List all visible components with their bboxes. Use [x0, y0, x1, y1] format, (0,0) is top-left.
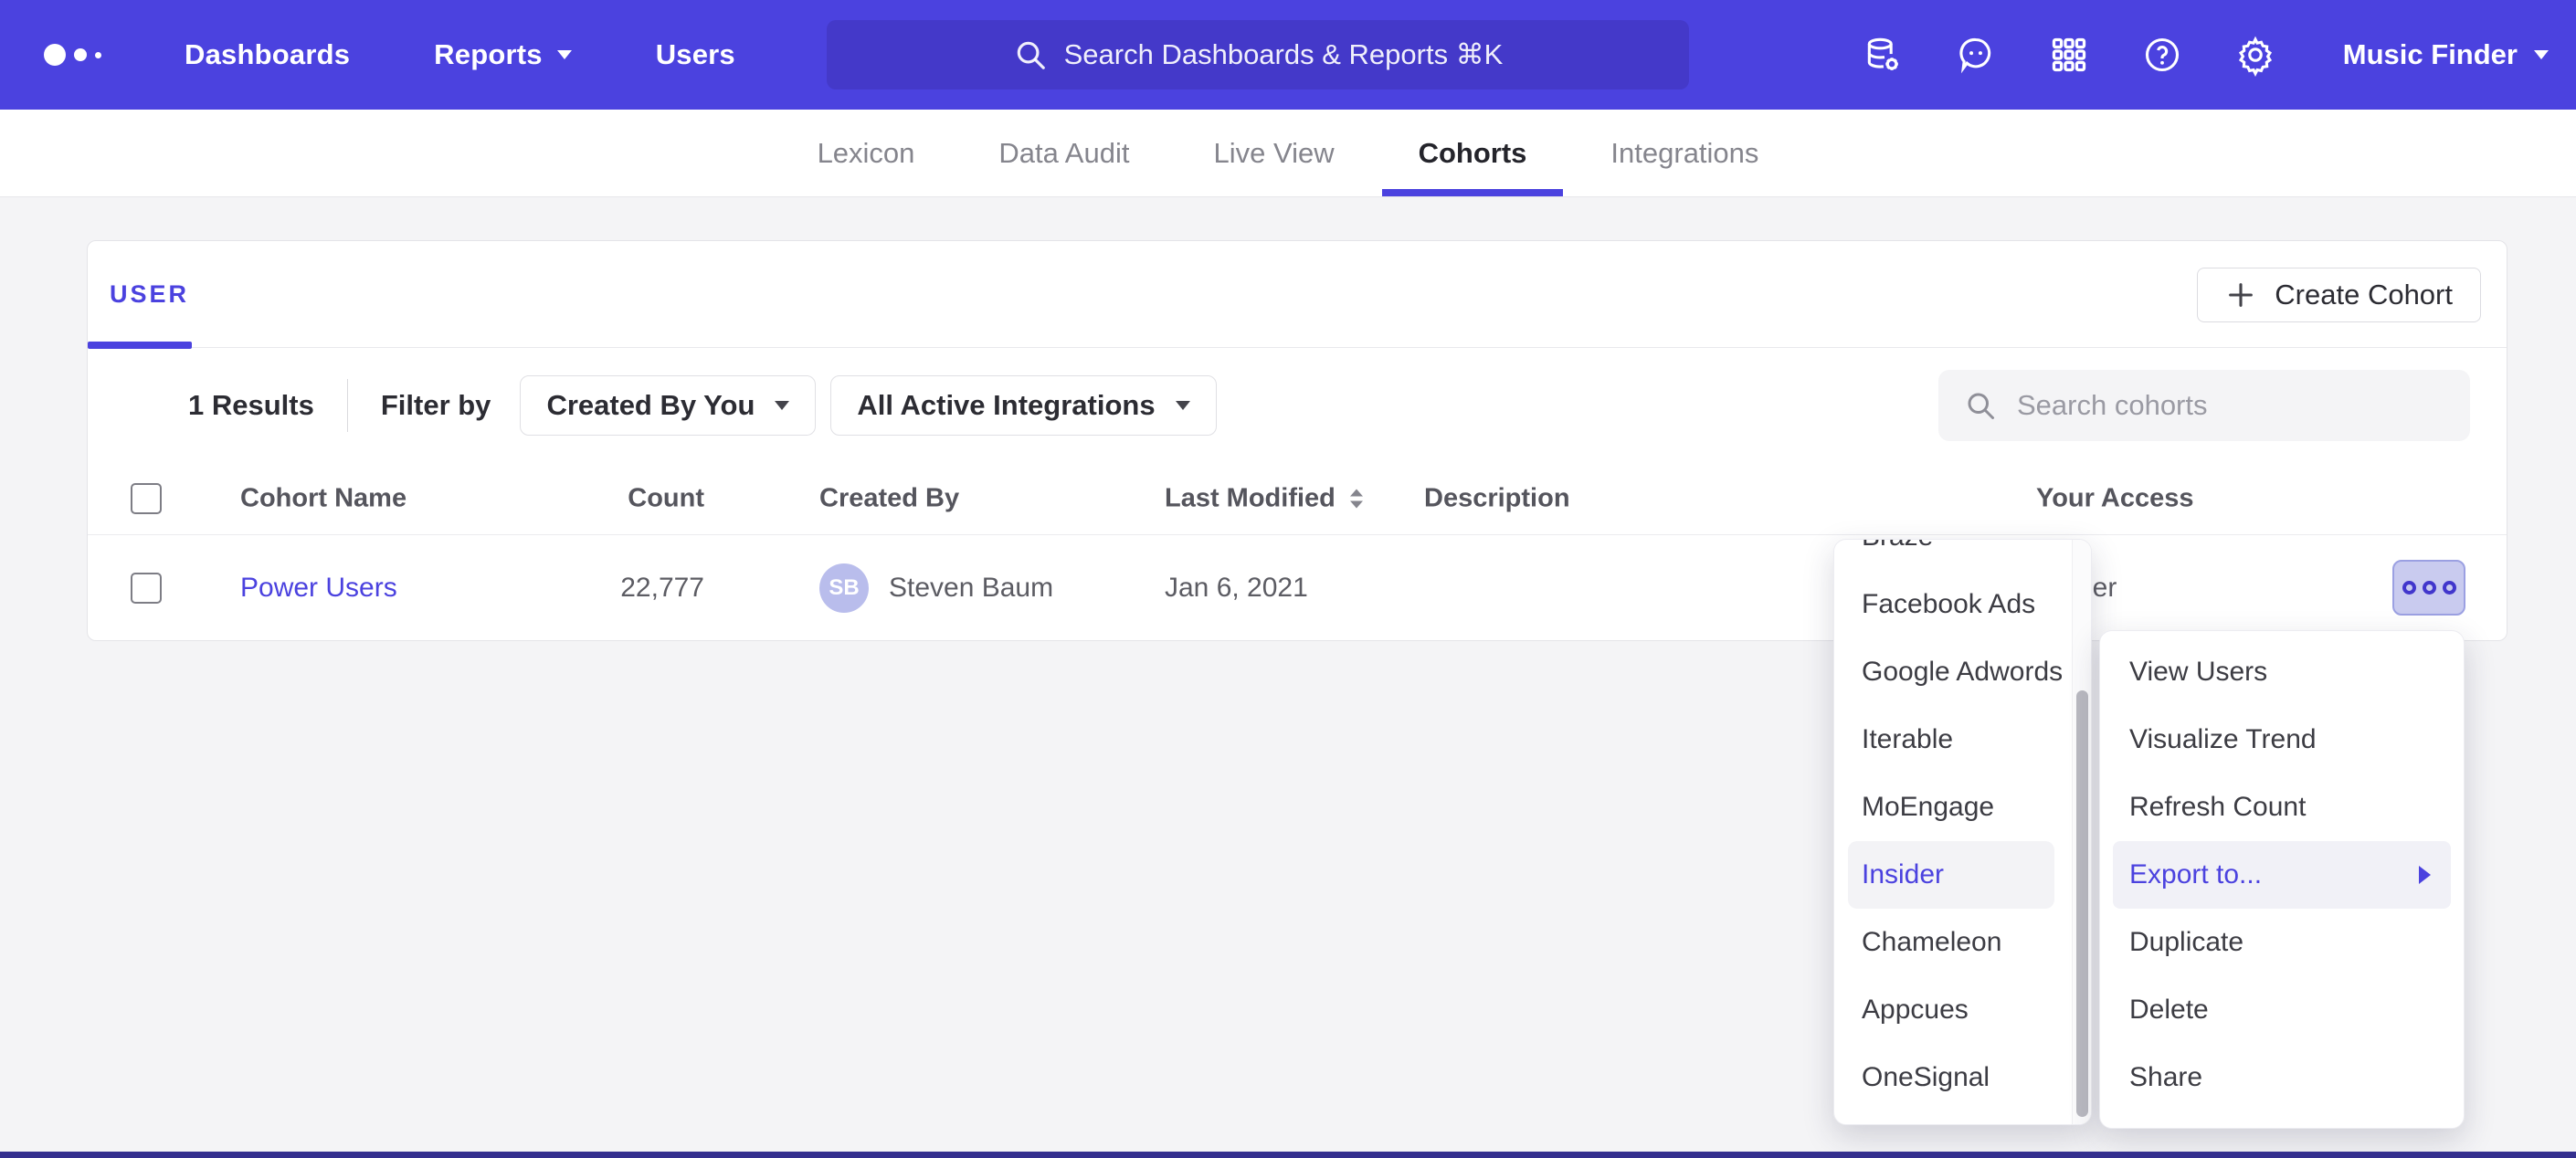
sort-icon — [1350, 489, 1363, 508]
menu-item-appcues[interactable]: Appcues — [1834, 976, 2091, 1044]
settings-gear-icon[interactable] — [2235, 35, 2275, 75]
created-by-filter-dropdown[interactable]: Created By You — [520, 375, 816, 436]
menu-item-view-users[interactable]: View Users — [2100, 638, 2464, 706]
data-management-icon[interactable] — [1863, 35, 1903, 75]
caret-down-icon — [1176, 401, 1190, 410]
create-cohort-button[interactable]: Create Cohort — [2197, 268, 2481, 322]
col-description: Description — [1424, 483, 1570, 513]
cohort-type-tabs: USER Create Cohort — [88, 241, 2507, 348]
results-count: 1 Results — [188, 389, 314, 422]
menu-item-moengage[interactable]: MoEngage — [1834, 774, 2091, 841]
caret-down-icon — [2534, 50, 2549, 59]
search-cohorts-placeholder: Search cohorts — [2017, 389, 2208, 422]
table-header: Cohort Name Count Created By Last Modifi… — [88, 462, 2507, 535]
mixpanel-logo-icon[interactable] — [44, 44, 128, 66]
project-name: Music Finder — [2343, 38, 2518, 71]
row-checkbox[interactable] — [131, 573, 162, 604]
col-last-modified[interactable]: Last Modified — [1165, 483, 1363, 513]
row-context-menu: View Users Visualize Trend Refresh Count… — [2099, 630, 2465, 1129]
ellipsis-icon — [2402, 581, 2416, 595]
filter-by-label: Filter by — [381, 389, 491, 422]
created-by-name: Steven Baum — [889, 573, 1053, 604]
menu-item-delete[interactable]: Delete — [2100, 976, 2464, 1044]
col-count: Count — [453, 483, 704, 513]
top-nav-items: Dashboards Reports Users — [185, 38, 735, 71]
select-all-checkbox[interactable] — [131, 483, 162, 514]
col-cohort-name: Cohort Name — [240, 483, 406, 513]
caret-down-icon — [775, 401, 789, 410]
submenu-arrow-icon — [2419, 866, 2431, 884]
table-row: Power Users 22,777 SB Steven Baum Jan 6,… — [88, 535, 2507, 640]
menu-item-refresh-count[interactable]: Refresh Count — [2100, 774, 2464, 841]
global-search-input[interactable]: Search Dashboards & Reports ⌘K — [827, 20, 1689, 89]
menu-item-export-to[interactable]: Export to... — [2113, 841, 2451, 909]
search-icon — [1964, 389, 1997, 422]
cohort-count: 22,777 — [453, 573, 704, 604]
submenu-scrollbar-track — [2072, 540, 2091, 1124]
tab-user-cohorts[interactable]: USER — [110, 280, 189, 309]
tab-integrations[interactable]: Integrations — [1610, 110, 1758, 196]
active-tab-underline — [88, 342, 192, 349]
feedback-chat-icon[interactable] — [1956, 35, 1996, 75]
caret-down-icon — [557, 50, 572, 59]
apps-grid-icon[interactable] — [2049, 35, 2089, 75]
nav-item-dashboards[interactable]: Dashboards — [185, 38, 350, 71]
menu-item-onesignal[interactable]: OneSignal — [1834, 1044, 2091, 1111]
created-by-cell: SB Steven Baum — [819, 563, 1053, 613]
global-search-placeholder: Search Dashboards & Reports ⌘K — [1064, 38, 1504, 71]
sub-nav: Lexicon Data Audit Live View Cohorts Int… — [0, 110, 2576, 197]
export-to-submenu: Braze Facebook Ads Google Adwords Iterab… — [1833, 539, 2092, 1125]
nav-item-reports[interactable]: Reports — [434, 38, 572, 71]
search-icon — [1013, 37, 1048, 72]
bottom-edge-strip — [0, 1152, 2576, 1158]
plus-icon — [2225, 279, 2256, 311]
divider — [347, 379, 348, 432]
col-created-by: Created By — [819, 483, 959, 513]
row-actions-button[interactable] — [2392, 560, 2465, 616]
last-modified-value: Jan 6, 2021 — [1165, 573, 1308, 604]
top-nav: Dashboards Reports Users Search Dashboar… — [0, 0, 2576, 110]
tab-lexicon[interactable]: Lexicon — [818, 110, 915, 196]
search-cohorts-input[interactable]: Search cohorts — [1938, 370, 2470, 441]
menu-item-braze[interactable]: Braze — [1834, 539, 2091, 571]
tab-cohorts[interactable]: Cohorts — [1419, 110, 1527, 196]
filter-bar: 1 Results Filter by Created By You All A… — [88, 348, 2507, 462]
cohorts-panel: USER Create Cohort 1 Results Filter by C… — [87, 240, 2507, 641]
menu-item-duplicate[interactable]: Duplicate — [2100, 909, 2464, 976]
col-your-access: Your Access — [2036, 483, 2193, 513]
submenu-scrollbar-thumb[interactable] — [2076, 690, 2088, 1117]
menu-item-chameleon[interactable]: Chameleon — [1834, 909, 2091, 976]
integrations-filter-dropdown[interactable]: All Active Integrations — [830, 375, 1216, 436]
tab-live-view[interactable]: Live View — [1213, 110, 1334, 196]
integration-list: Braze Facebook Ads Google Adwords Iterab… — [1834, 539, 2091, 1111]
menu-item-google-adwords[interactable]: Google Adwords — [1834, 638, 2091, 706]
menu-item-insider[interactable]: Insider — [1848, 841, 2054, 909]
cohort-name-link[interactable]: Power Users — [240, 573, 397, 604]
menu-item-iterable[interactable]: Iterable — [1834, 706, 2091, 774]
menu-item-visualize-trend[interactable]: Visualize Trend — [2100, 706, 2464, 774]
menu-item-share[interactable]: Share — [2100, 1044, 2464, 1111]
avatar: SB — [819, 563, 869, 613]
tab-data-audit[interactable]: Data Audit — [998, 110, 1129, 196]
top-nav-right: Music Finder — [1863, 35, 2549, 75]
nav-item-users[interactable]: Users — [656, 38, 735, 71]
help-icon[interactable] — [2142, 35, 2182, 75]
project-switcher[interactable]: Music Finder — [2343, 38, 2549, 71]
menu-item-facebook-ads[interactable]: Facebook Ads — [1834, 571, 2091, 638]
